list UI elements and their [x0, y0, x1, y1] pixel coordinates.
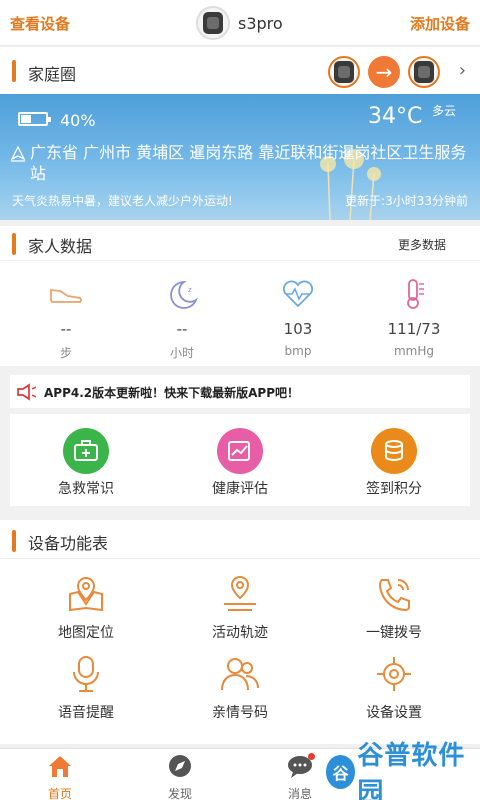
sleep-value: -- [176, 320, 188, 338]
track-icon [224, 575, 256, 611]
tab-discover-label: 发现 [167, 787, 192, 800]
notice-text: APP4.2版本更新啦！快来下载最新版APP吧！ [44, 386, 300, 400]
device-settings-label: 设备设置 [366, 705, 422, 721]
family-avatars: → [328, 56, 440, 88]
device-functions-panel: 设备功能表 地图定位 活动轨迹 一键拨号 语音提醒 亲情号码 设备设置 [0, 520, 480, 744]
device-selector[interactable]: s3pro [196, 5, 283, 41]
health-assessment-label: 健康评估 [212, 481, 268, 497]
activity-track-label: 活动轨迹 [212, 625, 268, 641]
device-address: 广东省 广州市 黄埔区 暹岗东路 靠近联和街暹岗社区卫生服务站 [30, 143, 467, 183]
family-numbers-button[interactable]: 亲情号码 [160, 654, 320, 722]
map-pin-icon [69, 576, 103, 612]
thermometer-icon [407, 279, 424, 309]
health-chart-icon [217, 428, 263, 474]
heart-rate-metric[interactable]: 103 bmp [238, 278, 358, 358]
family-circle-bar[interactable]: 家庭圈 → › [0, 47, 480, 94]
check-in-points-button[interactable]: 签到积分 [334, 428, 454, 498]
device-name: s3pro [238, 13, 283, 33]
coins-icon [371, 428, 417, 474]
device-functions-title: 设备功能表 [28, 534, 109, 553]
sleep-unit: 小时 [169, 346, 194, 360]
steps-value: -- [60, 320, 72, 338]
member-watch-icon[interactable] [328, 56, 360, 88]
first-aid-button[interactable]: 急救常识 [26, 428, 146, 498]
activity-track-button[interactable]: 活动轨迹 [160, 574, 320, 642]
blood-pressure-unit: mmHg [393, 344, 435, 358]
add-device-button[interactable]: 添加设备 [410, 13, 470, 34]
shoe-icon [50, 288, 82, 303]
map-location-button[interactable]: 地图定位 [6, 574, 166, 642]
first-aid-label: 急救常识 [58, 481, 114, 497]
health-assessment-button[interactable]: 健康评估 [180, 428, 300, 498]
map-location-label: 地图定位 [58, 625, 114, 641]
contacts-icon [221, 658, 259, 691]
microphone-icon [73, 656, 99, 692]
weather-banner: 40% 34°C 多云 广东省 广州市 黄埔区 暹岗东路 靠近联和街暹岗社区卫生… [0, 94, 480, 220]
voice-reminder-label: 语音提醒 [58, 705, 114, 721]
moon-icon: z [170, 281, 198, 309]
speaker-icon [17, 383, 37, 401]
voice-reminder-button[interactable]: 语音提醒 [6, 654, 166, 722]
update-notice[interactable]: APP4.2版本更新啦！快来下载最新版APP吧！ [10, 375, 470, 408]
site-watermark: 谷 谷普软件园 [326, 741, 474, 800]
family-data-panel: 家人数据 更多数据 -- 步 z -- 小时 103 bmp 111/73 mm… [0, 226, 480, 366]
top-bar: 查看设备 s3pro 添加设备 [0, 0, 480, 46]
battery-level [21, 115, 31, 123]
more-data-link[interactable]: 更多数据 [398, 236, 446, 253]
weather-condition: 多云 [432, 104, 457, 118]
update-time: 更新于:3小时33分钟前 [345, 194, 468, 208]
section-accent-bar [12, 233, 16, 255]
watermark-logo-icon: 谷 [326, 755, 356, 789]
watermark-text: 谷普软件园 [357, 741, 466, 800]
tab-home[interactable]: 首页 [0, 753, 120, 800]
home-icon [49, 756, 71, 777]
chevron-right-icon[interactable]: › [459, 60, 466, 81]
section-accent-bar [12, 530, 16, 552]
tab-discover[interactable]: 发现 [120, 753, 240, 800]
weather-tip: 天气炎热易中暑，建议老人减少户外运动! [12, 194, 233, 208]
switch-arrow-icon[interactable]: → [368, 56, 400, 88]
location-icon [10, 146, 26, 162]
phone-icon [378, 579, 410, 612]
battery-percentage: 40% [60, 111, 96, 130]
compass-icon [169, 755, 191, 777]
first-aid-kit-icon [63, 428, 109, 474]
quick-actions: 急救常识 健康评估 签到积分 [10, 414, 470, 506]
svg-text:z: z [188, 286, 192, 294]
heart-rate-icon [282, 280, 314, 308]
family-circle-title: 家庭圈 [28, 65, 77, 84]
sleep-metric[interactable]: z -- 小时 [122, 278, 242, 361]
section-accent-bar [12, 60, 16, 82]
one-click-dial-label: 一键拨号 [366, 625, 422, 641]
one-click-dial-button[interactable]: 一键拨号 [314, 574, 474, 642]
steps-unit: 步 [59, 346, 72, 360]
blood-pressure-value: 111/73 [387, 320, 441, 338]
temperature: 34°C [368, 104, 423, 129]
blood-pressure-metric[interactable]: 111/73 mmHg [354, 278, 474, 358]
steps-metric[interactable]: -- 步 [6, 278, 126, 361]
device-settings-button[interactable]: 设备设置 [314, 654, 474, 722]
view-device-button[interactable]: 查看设备 [10, 13, 70, 34]
family-data-title: 家人数据 [28, 237, 93, 256]
settings-icon [377, 657, 411, 691]
tab-home-label: 首页 [47, 787, 72, 800]
heart-rate-unit: bmp [284, 344, 312, 358]
watch-avatar-icon [196, 6, 230, 40]
member-watch-icon[interactable] [408, 56, 440, 88]
heart-rate-value: 103 [283, 320, 313, 338]
divider [0, 558, 480, 559]
divider [0, 260, 480, 261]
family-numbers-label: 亲情号码 [212, 705, 268, 721]
unread-dot [308, 753, 315, 760]
battery-icon [18, 112, 51, 126]
check-in-points-label: 签到积分 [366, 481, 422, 497]
